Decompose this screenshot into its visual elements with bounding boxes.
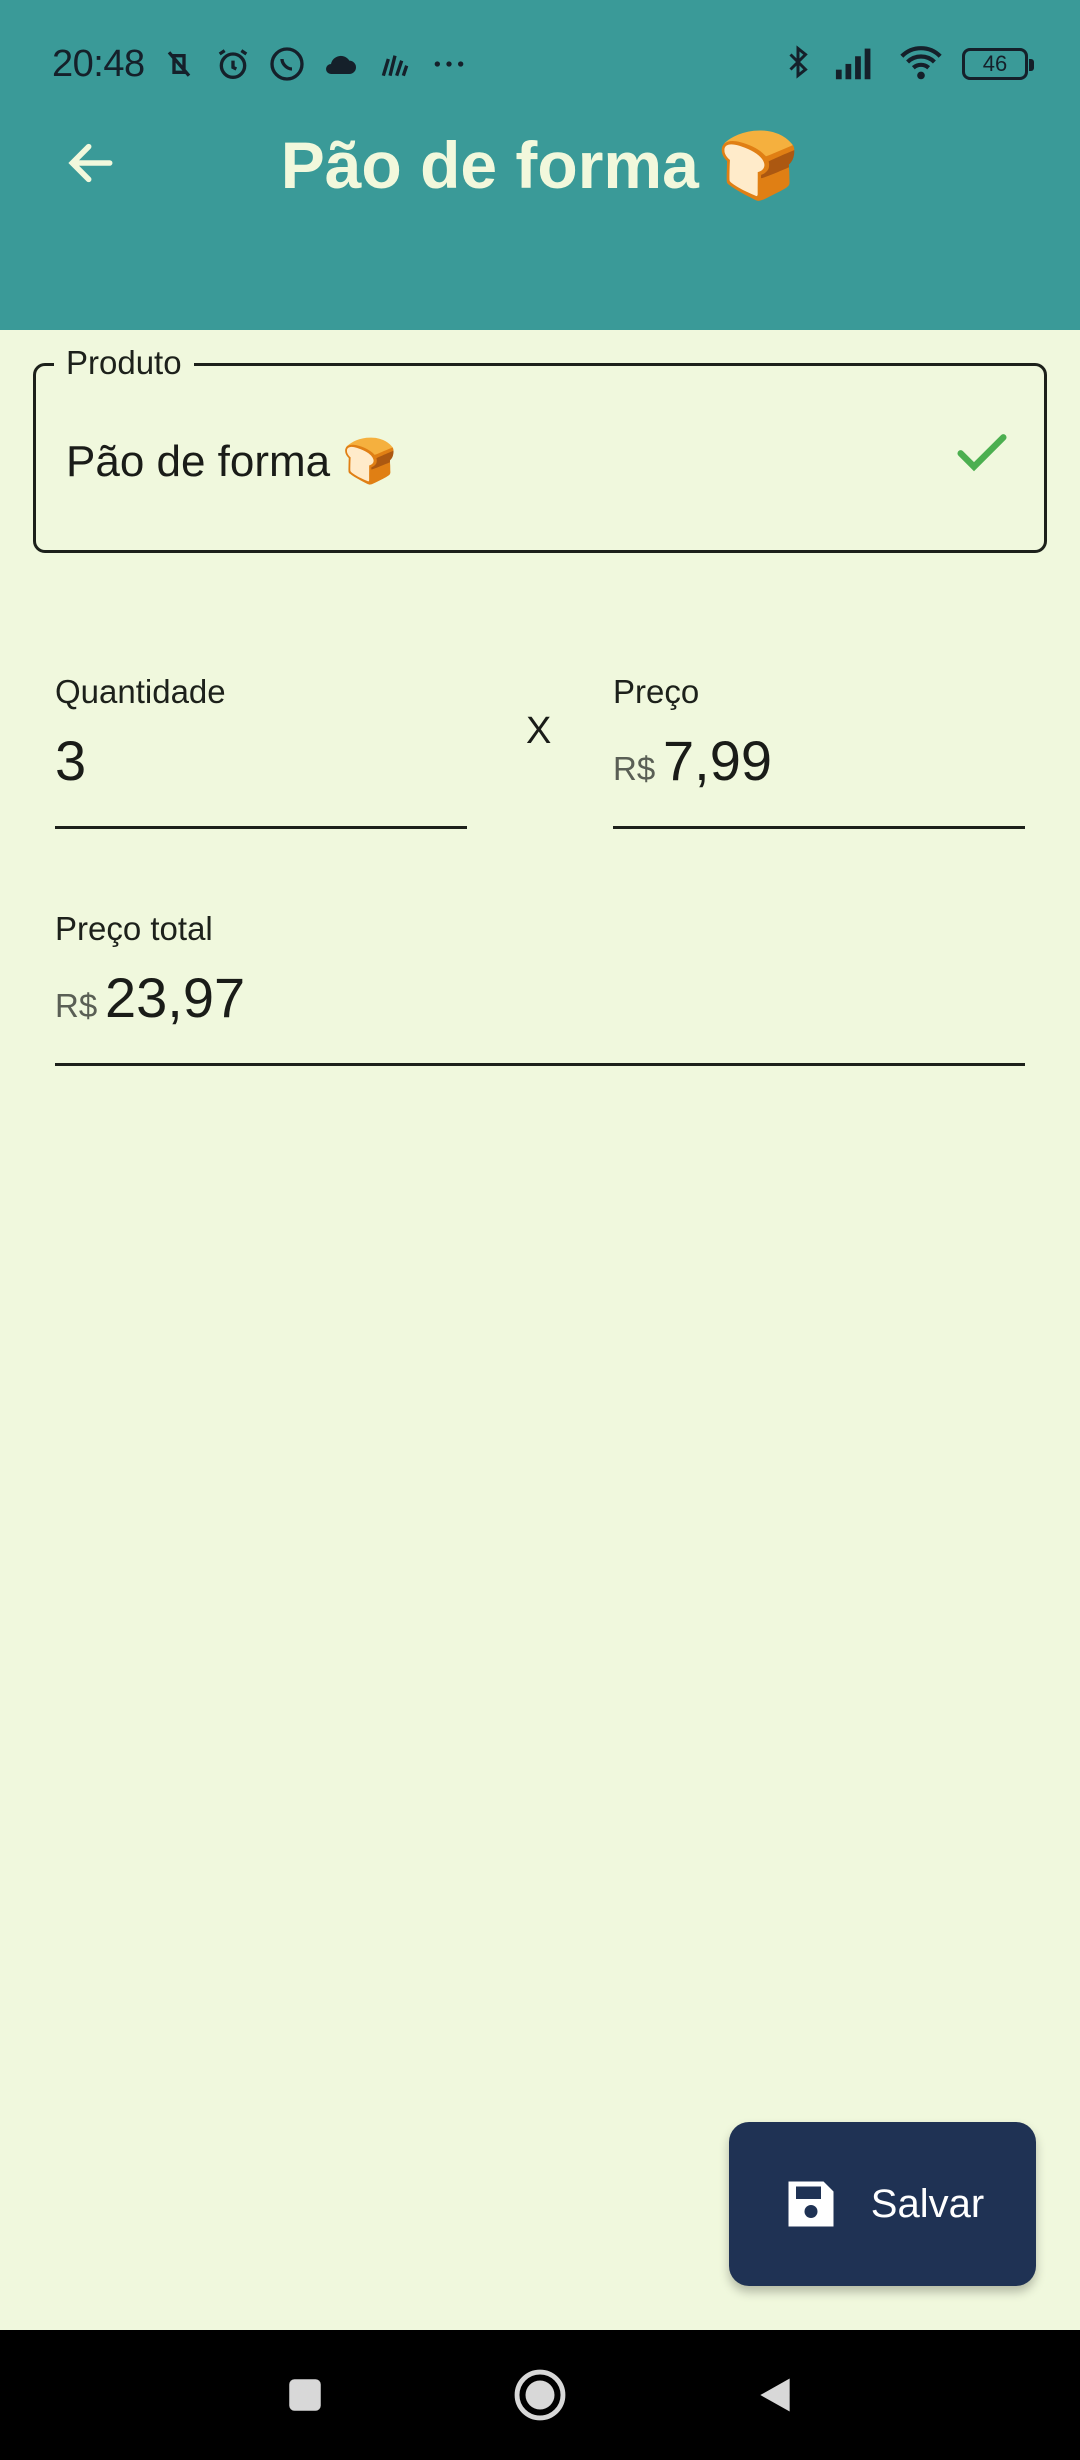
home-button[interactable] — [505, 2330, 575, 2460]
status-time: 20:48 — [52, 42, 145, 85]
produto-label: Produto — [54, 344, 194, 382]
preco-total-input[interactable]: 23,97 — [105, 965, 245, 1030]
square-icon — [289, 2379, 321, 2411]
preco-total-label: Preço total — [55, 910, 213, 947]
save-button[interactable]: Salvar — [729, 2122, 1036, 2286]
save-button-label: Salvar — [870, 2181, 985, 2226]
triangle-back-icon — [760, 2378, 790, 2412]
navigation-bar — [0, 2330, 1080, 2460]
multiply-sign: X — [526, 710, 552, 752]
battery-level: 46 — [982, 51, 1008, 76]
wifi-icon — [898, 42, 944, 87]
check-icon — [957, 434, 1007, 472]
quantidade-label: Quantidade — [55, 673, 226, 710]
bluetooth-icon — [780, 42, 816, 87]
preco-underline — [613, 826, 1025, 829]
recents-button[interactable] — [270, 2330, 340, 2460]
app-bar: 20:48 46 Pão de forma 🍞 — [0, 0, 1080, 330]
alarm-icon — [213, 44, 253, 84]
page-title: Pão de forma 🍞 — [280, 128, 800, 202]
whatsapp-icon — [267, 44, 307, 84]
preco-total-currency-prefix: R$ — [55, 987, 98, 1024]
system-back-button[interactable] — [740, 2330, 810, 2460]
quantidade-input[interactable]: 3 — [55, 728, 86, 793]
preco-total-underline — [55, 1063, 1025, 1066]
preco-currency-prefix: R$ — [613, 750, 656, 787]
produto-input[interactable]: Pão de forma 🍞 — [66, 435, 397, 487]
preco-input[interactable]: 7,99 — [663, 728, 772, 793]
signal-app-icon — [375, 44, 415, 84]
cell-signal-icon — [834, 42, 880, 87]
status-bar: 20:48 46 — [0, 0, 1080, 128]
quantidade-underline — [55, 826, 467, 829]
muted-vibrate-icon — [159, 44, 199, 84]
cloud-icon — [321, 44, 361, 84]
preco-label: Preço — [613, 673, 700, 710]
battery-icon: 46 — [962, 48, 1034, 80]
circle-icon — [514, 2369, 566, 2421]
more-icon — [429, 44, 469, 84]
save-icon — [788, 2181, 834, 2227]
